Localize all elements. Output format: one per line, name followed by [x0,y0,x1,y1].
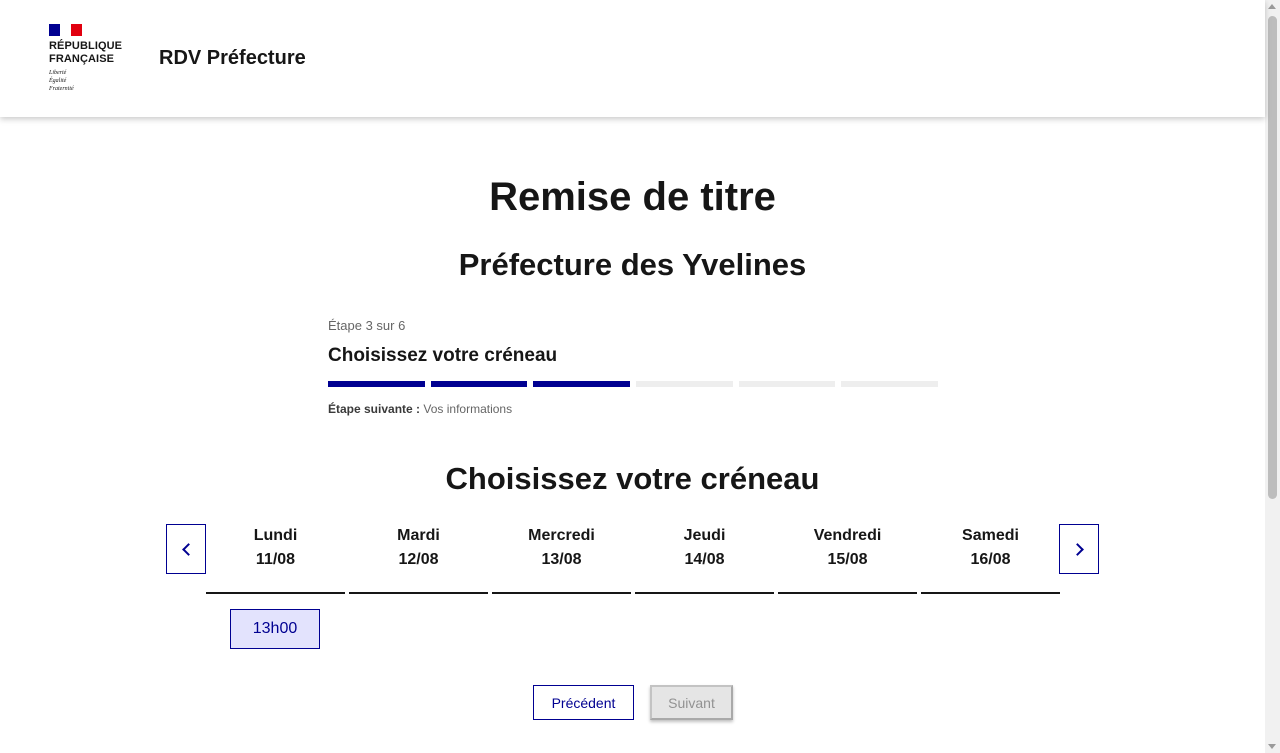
motto-fraternite: Fraternité [49,86,74,92]
day-column-monday: Lundi 11/08 [206,526,345,594]
motto-egalite: Égalité [49,78,67,84]
french-flag-icon [49,24,82,36]
page-subtitle: Préfecture des Yvelines [458,247,807,282]
scrollbar-thumb[interactable] [1268,16,1277,499]
day-date: 15/08 [827,551,868,568]
day-date: 16/08 [970,551,1011,568]
logo-line-1: RÉPUBLIQUE [49,40,123,52]
stepper-progress-bar [328,381,939,387]
stepper-title: Choisissez votre créneau [328,345,558,366]
republique-francaise-logo[interactable]: RÉPUBLIQUE FRANÇAISE Liberté Égalité Fra… [49,24,139,93]
page-scrollbar[interactable] [1265,0,1280,753]
scroll-up-icon[interactable] [1268,4,1276,9]
day-name: Lundi [253,527,298,544]
previous-week-button[interactable] [166,524,206,574]
page-title: Remise de titre [489,175,776,219]
stepper-next-value: Vos informations [423,402,513,416]
day-column-saturday: Samedi 16/08 [921,526,1060,594]
logo-motto: Liberté Égalité Fraternité [49,69,139,93]
day-name: Samedi [962,527,1019,544]
day-column-tuesday: Mardi 12/08 [349,526,488,594]
stepper-segment-3 [533,381,631,387]
stepper-state: Étape 3 sur 6 [328,318,406,333]
stepper-segment-1 [328,381,425,387]
service-title[interactable]: RDV Préfecture [159,47,306,70]
stepper-segment-6 [841,381,939,387]
stepper-segment-4 [636,381,733,387]
day-date: 13/08 [541,551,582,568]
previous-button[interactable]: Précédent [533,685,634,720]
scroll-down-icon[interactable] [1268,744,1276,749]
time-slot-button[interactable]: 13h00 [230,609,320,649]
stepper-next-label: Étape suivante : [328,402,421,416]
day-name: Mardi [397,527,440,544]
stepper-segment-2 [430,381,528,387]
day-column-friday: Vendredi 15/08 [778,526,917,594]
day-name: Vendredi [813,527,882,544]
chevron-right-icon [1070,542,1084,556]
day-column-thursday: Jeudi 14/08 [635,526,774,594]
day-date: 11/08 [255,551,296,568]
stepper-next-step: Étape suivante : Vos informations [328,402,938,416]
stepper: Étape 3 sur 6 Choisissez votre créneau É… [328,318,939,416]
day-name: Mercredi [528,527,595,544]
calendar-title: Choisissez votre créneau [445,461,820,496]
next-button[interactable]: Suivant [650,685,733,720]
day-name: Jeudi [683,527,726,544]
chevron-left-icon [181,542,195,556]
day-column-wednesday: Mercredi 13/08 [492,526,631,594]
stepper-segment-5 [738,381,836,387]
motto-liberte: Liberté [49,70,67,76]
day-date: 14/08 [684,551,725,568]
calendar-days: Lundi 11/08 Mardi 12/08 Mercredi 13/08 J… [206,526,1060,594]
next-week-button[interactable] [1059,524,1099,574]
day-date: 12/08 [398,551,439,568]
site-header: RÉPUBLIQUE FRANÇAISE Liberté Égalité Fra… [0,0,1265,117]
logo-line-2: FRANÇAISE [49,53,115,65]
